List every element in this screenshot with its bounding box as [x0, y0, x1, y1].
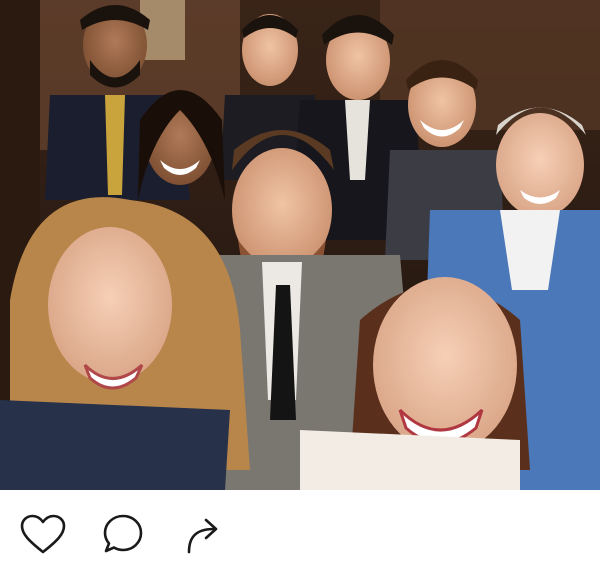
group-selfie-image	[0, 0, 600, 490]
comment-icon	[103, 514, 143, 553]
share-icon	[187, 518, 218, 554]
body-white-top	[300, 430, 520, 490]
face-brunette-woman	[373, 277, 517, 453]
post-action-bar	[0, 490, 600, 576]
post-photo[interactable]	[0, 0, 600, 490]
share-button[interactable]	[178, 512, 228, 556]
tie-yellow	[105, 95, 125, 195]
body-blonde-woman	[0, 400, 230, 490]
heart-icon	[20, 514, 66, 554]
elevator-sign	[140, 0, 185, 60]
like-button[interactable]	[18, 512, 68, 556]
comment-button[interactable]	[98, 512, 148, 556]
face-blonde-woman	[48, 227, 172, 383]
